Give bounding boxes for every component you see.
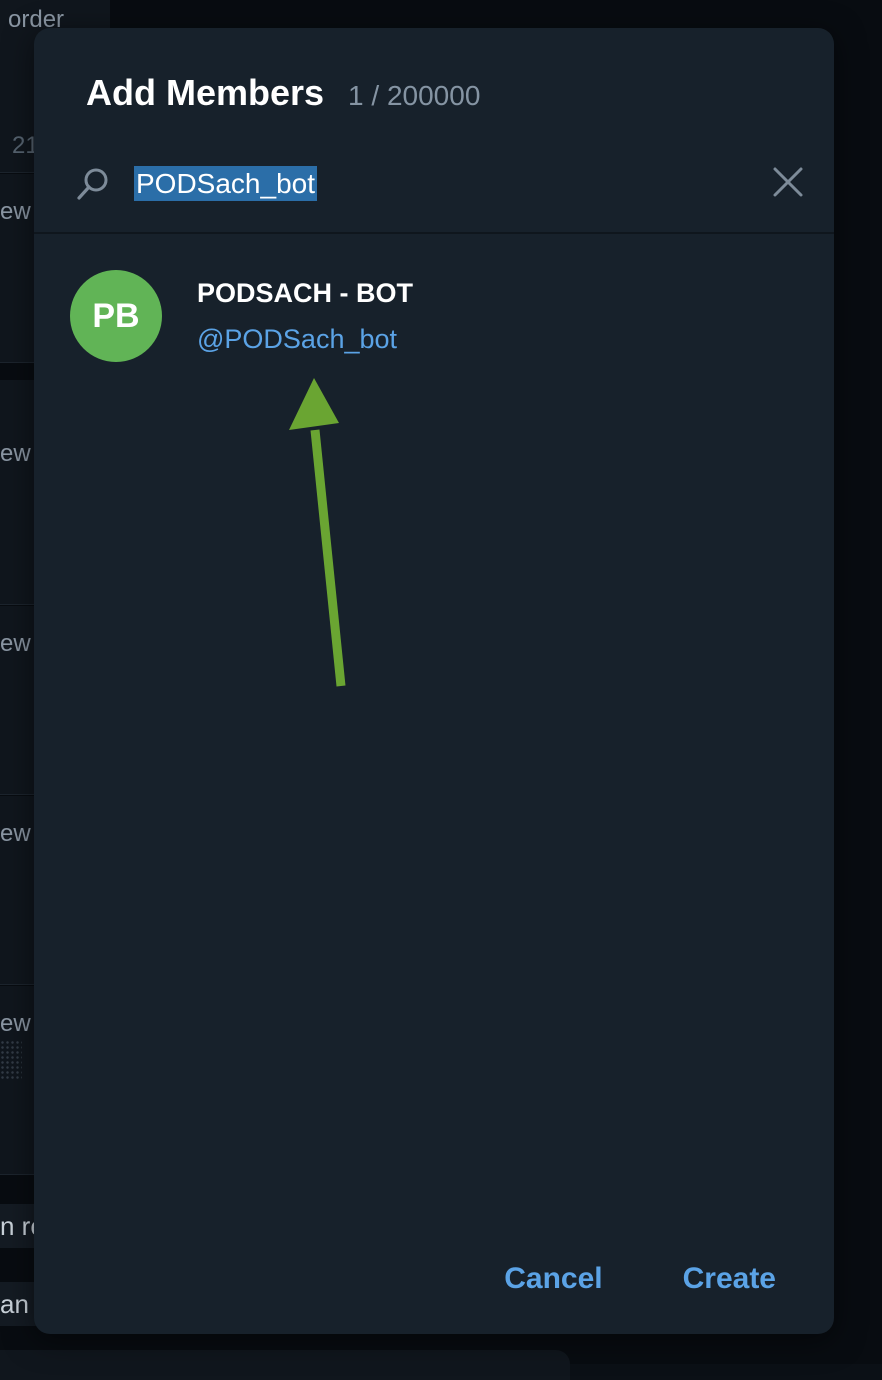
- search-bar[interactable]: PODSach_bot: [34, 146, 834, 234]
- dialog-header: Add Members 1 / 200000: [86, 72, 480, 114]
- dialog-actions: Cancel Create: [504, 1262, 776, 1296]
- member-count: 1 / 200000: [348, 80, 481, 111]
- search-result-item[interactable]: PB PODSACH - BOT @PODSach_bot: [34, 256, 834, 376]
- close-icon[interactable]: [770, 164, 806, 200]
- search-input-value: PODSach_bot: [134, 166, 317, 201]
- bg-snippet: ew: [0, 820, 31, 847]
- bg-snippet: ew: [0, 198, 31, 225]
- bg-image-thumbnail: [0, 1040, 22, 1080]
- bg-snippet: ew: [0, 1010, 31, 1037]
- result-username: @PODSach_bot: [197, 324, 398, 354]
- avatar: PB: [70, 270, 162, 362]
- create-button[interactable]: Create: [683, 1262, 776, 1296]
- dialog-title: Add Members: [86, 72, 325, 113]
- bg-footer: [0, 1350, 570, 1380]
- result-name: PODSACH - BOT: [197, 278, 413, 308]
- annotation-arrow-icon: [289, 378, 346, 687]
- search-icon: [77, 168, 108, 200]
- search-input[interactable]: PODSach_bot: [134, 164, 317, 204]
- add-members-dialog: Add Members 1 / 200000 PODSach_bot PB PO…: [34, 28, 834, 1334]
- cancel-button[interactable]: Cancel: [504, 1262, 602, 1296]
- bg-snippet: ew: [0, 630, 31, 657]
- bg-snippet: ew: [0, 440, 31, 467]
